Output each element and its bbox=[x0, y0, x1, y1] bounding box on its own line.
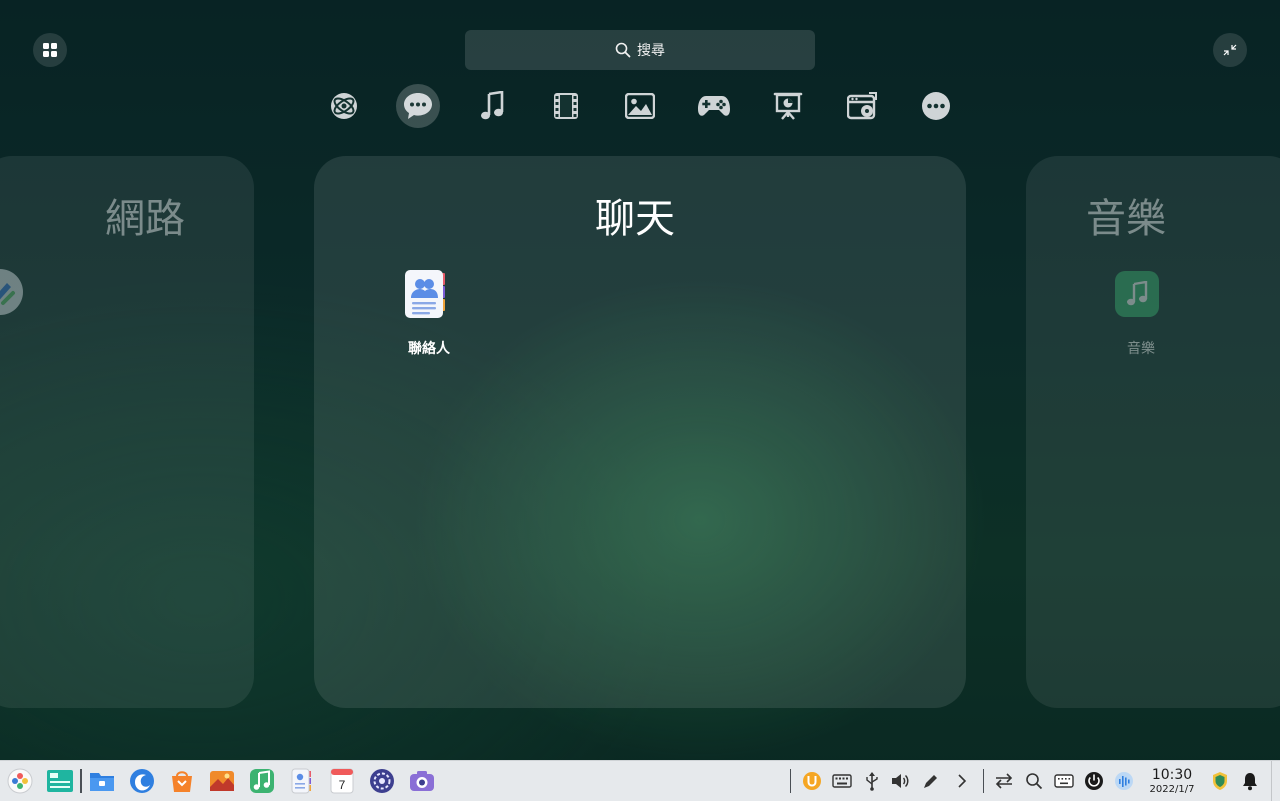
search-placeholder: 搜尋 bbox=[637, 43, 665, 59]
grid-icon bbox=[43, 43, 57, 57]
control-center-icon bbox=[370, 769, 394, 793]
tray-notifications[interactable] bbox=[1239, 770, 1261, 792]
tray-onscreen-keyboard[interactable] bbox=[1053, 770, 1075, 792]
category-video[interactable] bbox=[544, 84, 588, 128]
game-icon bbox=[698, 96, 730, 116]
category-image[interactable] bbox=[618, 84, 662, 128]
note-icon bbox=[1127, 281, 1148, 306]
category-card-music[interactable]: 音樂 音樂 bbox=[1026, 156, 1280, 708]
music-player-icon bbox=[250, 769, 274, 793]
multitask-view-icon bbox=[47, 770, 73, 792]
chat-icon bbox=[404, 93, 432, 119]
taskbar-contacts[interactable] bbox=[288, 767, 316, 795]
internet-icon bbox=[331, 93, 357, 119]
taskbar-file-manager[interactable] bbox=[88, 767, 116, 795]
tray-search[interactable] bbox=[1023, 770, 1045, 792]
category-chat[interactable] bbox=[396, 84, 440, 128]
office-icon bbox=[773, 92, 803, 120]
category-office[interactable] bbox=[766, 84, 810, 128]
network-transfer-icon bbox=[995, 773, 1013, 789]
shield-icon bbox=[1213, 772, 1227, 790]
video-icon bbox=[554, 93, 578, 119]
exit-fullscreen-button[interactable] bbox=[1213, 33, 1247, 67]
keyboard-icon bbox=[832, 774, 852, 788]
camera-icon bbox=[410, 771, 434, 791]
browser-app-label: 器 bbox=[0, 339, 20, 359]
category-development[interactable] bbox=[840, 84, 884, 128]
clock-date: 2022/1/7 bbox=[1149, 784, 1195, 795]
contacts-app[interactable]: 聯絡人 bbox=[394, 268, 464, 360]
contacts-app-label: 聯絡人 bbox=[408, 341, 450, 357]
launcher-button[interactable] bbox=[6, 767, 34, 795]
category-card-chat[interactable]: 聊天 聯絡人 bbox=[314, 156, 966, 708]
tray-usb[interactable] bbox=[861, 770, 883, 792]
category-card-internet[interactable]: 網路 器 bbox=[0, 156, 254, 708]
taskbar-multitask[interactable] bbox=[46, 767, 74, 795]
taskbar-app-store[interactable] bbox=[168, 767, 196, 795]
music-app-label: 音樂 bbox=[1127, 341, 1155, 357]
search-input[interactable]: 搜尋 bbox=[465, 30, 815, 70]
taskbar-browser[interactable] bbox=[128, 767, 156, 795]
browser-app-icon[interactable] bbox=[0, 269, 23, 315]
calendar-icon: 7 bbox=[330, 768, 354, 794]
contacts-icon bbox=[291, 768, 311, 794]
tray-network[interactable] bbox=[993, 770, 1015, 792]
image-viewer-icon bbox=[210, 771, 234, 791]
search-icon bbox=[615, 42, 631, 58]
assistant-icon bbox=[1115, 772, 1133, 790]
volume-icon bbox=[892, 774, 909, 788]
tray-volume[interactable] bbox=[889, 770, 911, 792]
launcher-icon bbox=[7, 768, 33, 794]
clock[interactable]: 10:30 2022/1/7 bbox=[1138, 768, 1206, 796]
taskbar-image-viewer[interactable] bbox=[208, 767, 236, 795]
tray-assistant[interactable] bbox=[1113, 770, 1135, 792]
category-bar bbox=[306, 84, 974, 128]
taskbar-music[interactable] bbox=[248, 767, 276, 795]
category-game[interactable] bbox=[692, 84, 736, 128]
tray-input-method[interactable] bbox=[801, 770, 823, 792]
bell-icon bbox=[1243, 773, 1257, 791]
onscreen-keyboard-icon bbox=[1054, 774, 1074, 788]
shrink-icon bbox=[1223, 44, 1237, 56]
pen-icon bbox=[0, 283, 15, 305]
chevron-right-icon bbox=[958, 774, 967, 788]
development-icon bbox=[847, 92, 877, 120]
category-more[interactable] bbox=[914, 84, 958, 128]
taskbar-calendar[interactable]: 7 bbox=[328, 767, 356, 795]
pen-icon bbox=[924, 775, 937, 788]
svg-text:7: 7 bbox=[339, 778, 346, 792]
tray-expand[interactable] bbox=[951, 770, 973, 792]
search-icon bbox=[1026, 773, 1043, 790]
music-app-icon bbox=[1115, 271, 1159, 317]
music-app[interactable]: 音樂 bbox=[1106, 268, 1176, 360]
tray-separator bbox=[983, 769, 984, 793]
taskbar-settings[interactable] bbox=[368, 767, 396, 795]
tray-separator bbox=[790, 769, 791, 793]
more-icon bbox=[922, 92, 950, 120]
clock-time: 10:30 bbox=[1151, 767, 1193, 783]
card-title: 聊天 bbox=[595, 196, 675, 242]
category-internet[interactable] bbox=[322, 84, 366, 128]
taskbar-camera[interactable] bbox=[408, 767, 436, 795]
power-icon bbox=[1085, 772, 1103, 790]
all-apps-button[interactable] bbox=[33, 33, 67, 67]
card-title: 網路 bbox=[105, 196, 185, 242]
image-icon bbox=[625, 93, 655, 119]
app-store-icon bbox=[172, 771, 192, 792]
tray-keyboard[interactable] bbox=[831, 770, 853, 792]
category-music[interactable] bbox=[470, 84, 514, 128]
tray-security[interactable] bbox=[1209, 770, 1231, 792]
input-method-icon bbox=[803, 772, 821, 790]
tray-pen[interactable] bbox=[920, 770, 942, 792]
usb-icon bbox=[866, 772, 878, 791]
card-title: 音樂 bbox=[1086, 196, 1166, 242]
show-desktop-edge[interactable] bbox=[1271, 761, 1272, 801]
taskbar: 7 10:30 2022/1/7 bbox=[0, 760, 1280, 801]
browser-icon bbox=[130, 769, 154, 793]
tray-power[interactable] bbox=[1083, 770, 1105, 792]
file-manager-icon bbox=[90, 773, 114, 791]
music-icon bbox=[481, 91, 504, 120]
contacts-icon bbox=[405, 270, 445, 318]
taskbar-separator bbox=[80, 769, 82, 793]
